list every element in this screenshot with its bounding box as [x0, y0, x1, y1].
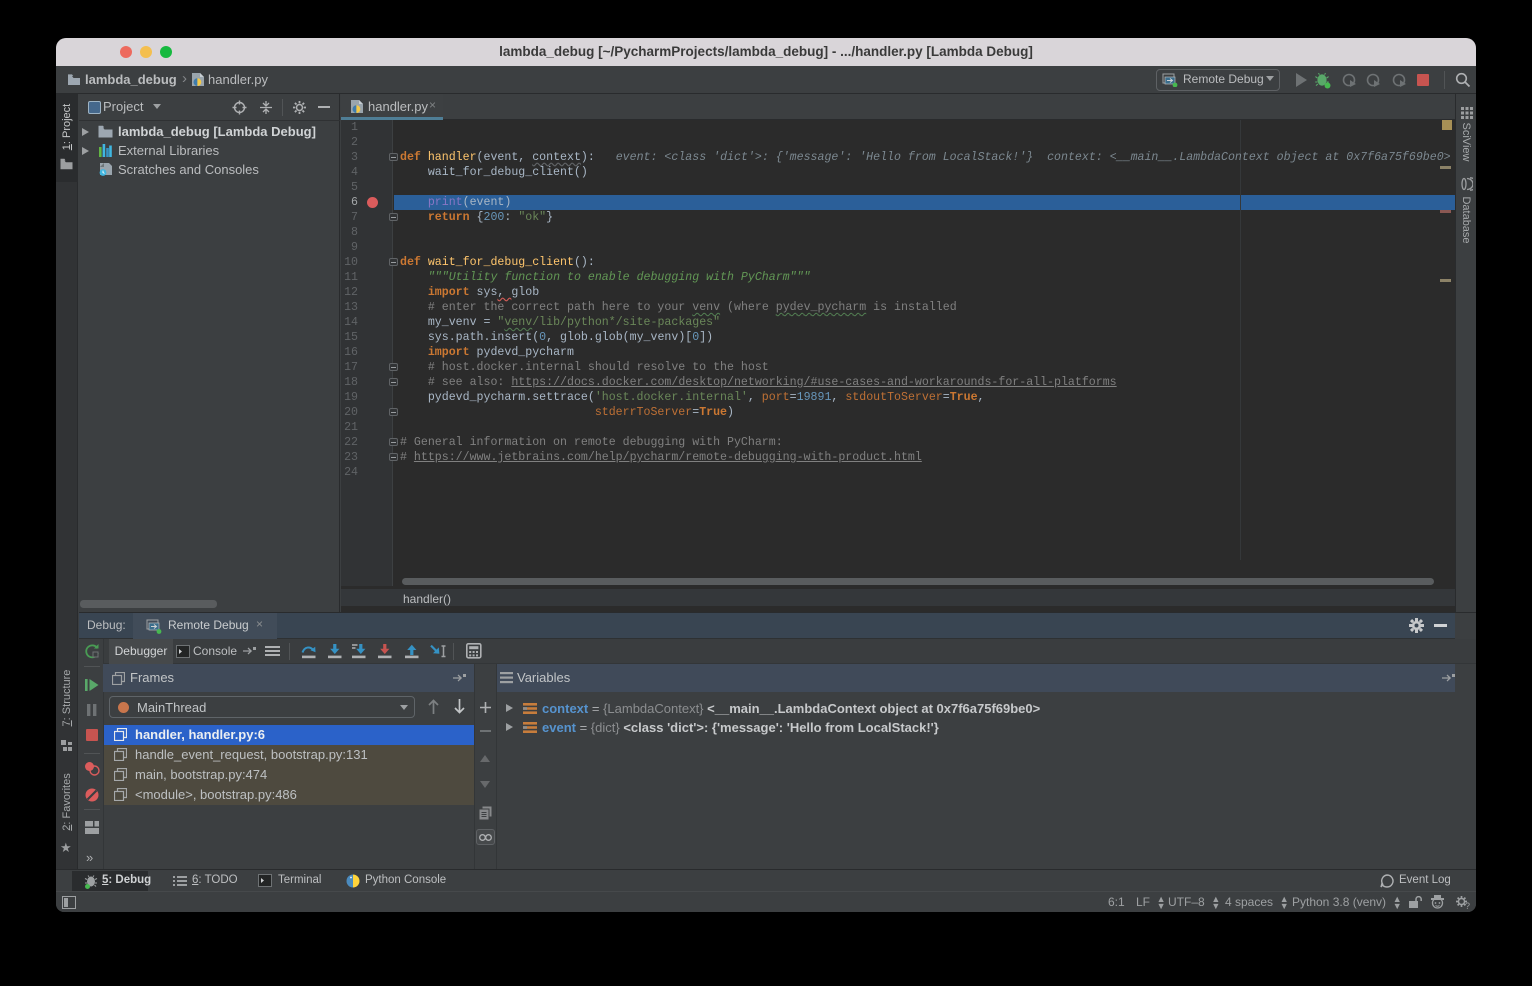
svg-text:?: ?: [1465, 901, 1470, 910]
